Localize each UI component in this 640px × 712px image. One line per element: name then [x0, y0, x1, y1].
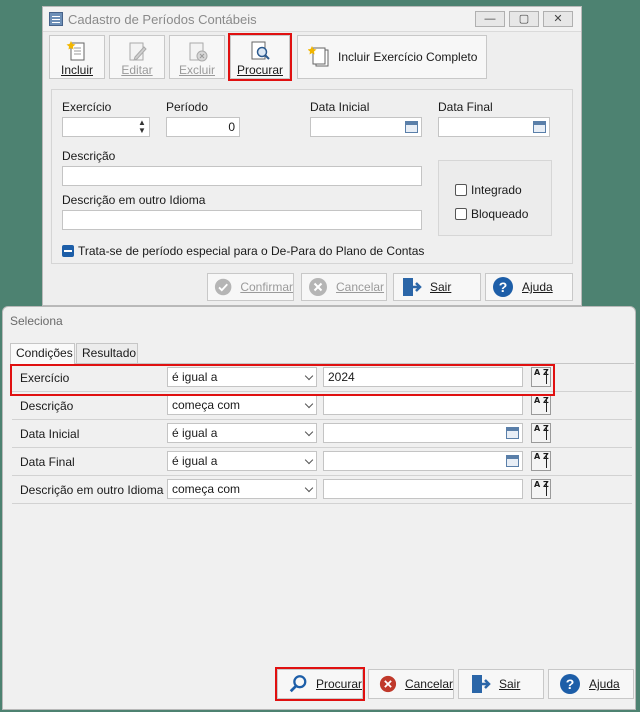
value-input[interactable]	[323, 479, 523, 499]
periodo-especial-label: Trata-se de período especial para o De-P…	[78, 244, 425, 258]
help-icon: ?	[493, 277, 513, 297]
delete-document-icon	[189, 42, 208, 62]
sort-icon[interactable]: A Z	[531, 479, 551, 499]
form-panel: Exercício ▲ ▼ Período 0 Data Inicial Data…	[51, 89, 573, 264]
descricao-field[interactable]	[62, 166, 422, 186]
condition-field: Descrição	[20, 399, 74, 413]
operator-select[interactable]: é igual a	[167, 367, 317, 387]
edit-document-icon	[129, 42, 147, 61]
calendar-icon[interactable]	[533, 121, 546, 133]
chevron-down-icon	[304, 399, 314, 409]
value-input[interactable]	[323, 451, 523, 471]
excluir-button[interactable]: Excluir	[169, 35, 225, 79]
value-input[interactable]	[323, 423, 523, 443]
ajuda-button[interactable]: ? Ajuda	[548, 669, 634, 699]
periodo-especial-checkbox[interactable]	[62, 245, 74, 257]
condition-row: Data Final é igual a A Z	[12, 448, 632, 476]
sort-icon[interactable]: A Z	[531, 451, 551, 471]
search-document-icon	[251, 41, 270, 60]
tab-condicoes[interactable]: Condições	[10, 343, 75, 364]
tab-resultado[interactable]: Resultado	[76, 343, 138, 363]
condition-field: Data Inicial	[20, 427, 80, 441]
cadastro-periodos-window: Cadastro de Períodos Contábeis — ▢ ✕ Inc…	[42, 6, 582, 306]
condition-row: Descrição começa com A Z	[12, 392, 632, 420]
svg-text:?: ?	[499, 279, 508, 295]
exercicio-stepper[interactable]: ▲ ▼	[62, 117, 150, 137]
add-document-icon	[66, 41, 85, 61]
condition-field: Exercício	[20, 371, 70, 385]
check-icon	[214, 278, 232, 296]
chevron-down-icon	[304, 371, 314, 381]
editar-button[interactable]: Editar	[109, 35, 165, 79]
value-input[interactable]	[323, 395, 523, 415]
data-final-field[interactable]	[438, 117, 550, 137]
close-button[interactable]: ✕	[543, 11, 573, 27]
operator-select[interactable]: é igual a	[167, 451, 317, 471]
data-final-label: Data Final	[438, 100, 493, 114]
chevron-down-icon	[304, 427, 314, 437]
operator-select[interactable]: começa com	[167, 395, 317, 415]
exit-door-icon	[472, 675, 491, 693]
conditions-panel: Exercício é igual a 2024 A Z Descrição c…	[10, 363, 634, 505]
condition-field: Data Final	[20, 455, 75, 469]
spin-arrows-icon[interactable]: ▲ ▼	[137, 119, 147, 135]
cancelar-button[interactable]: Cancelar	[368, 669, 454, 699]
title-bar: Seleciona	[3, 307, 635, 335]
status-group: Integrado Bloqueado	[438, 160, 552, 236]
condition-row: Descrição em outro Idioma começa com A Z	[12, 476, 632, 504]
x-icon	[379, 675, 397, 693]
periodo-field[interactable]: 0	[166, 117, 240, 137]
calendar-icon[interactable]	[506, 455, 519, 467]
toolbar: Incluir Editar Excluir Procurar Incluir …	[47, 33, 579, 81]
svg-text:?: ?	[566, 676, 575, 692]
bloqueado-checkbox[interactable]	[455, 208, 467, 220]
condition-row: Exercício é igual a 2024 A Z	[12, 364, 632, 392]
minimize-button[interactable]: —	[475, 11, 505, 27]
incluir-button[interactable]: Incluir	[49, 35, 105, 79]
calendar-icon[interactable]	[506, 427, 519, 439]
window-title: Seleciona	[10, 314, 63, 328]
help-icon: ?	[560, 674, 580, 694]
condition-field: Descrição em outro Idioma	[20, 483, 164, 497]
sort-icon[interactable]: A Z	[531, 367, 551, 387]
sort-icon[interactable]: A Z	[531, 395, 551, 415]
periodo-label: Período	[166, 100, 209, 114]
chevron-down-icon	[304, 455, 314, 465]
sair-button[interactable]: Sair	[393, 273, 481, 301]
data-inicial-field[interactable]	[310, 117, 422, 137]
ajuda-button[interactable]: ? Ajuda	[485, 273, 573, 301]
incluir-exercicio-completo-button[interactable]: Incluir Exercício Completo	[297, 35, 487, 79]
procurar-button[interactable]: Procurar	[275, 667, 365, 701]
exit-door-icon	[403, 278, 422, 296]
descricao-label: Descrição	[62, 149, 116, 163]
sair-button[interactable]: Sair	[458, 669, 544, 699]
value-input[interactable]: 2024	[323, 367, 523, 387]
integrado-checkbox[interactable]	[455, 184, 467, 196]
window-title: Cadastro de Períodos Contábeis	[68, 12, 257, 27]
integrado-label: Integrado	[471, 183, 522, 197]
maximize-button[interactable]: ▢	[509, 11, 539, 27]
x-icon	[309, 278, 327, 296]
title-bar: Cadastro de Períodos Contábeis — ▢ ✕	[43, 7, 581, 32]
sort-icon[interactable]: A Z	[531, 423, 551, 443]
confirmar-button[interactable]: Confirmar	[207, 273, 294, 301]
descricao-idioma-label: Descrição em outro Idioma	[62, 193, 206, 207]
magnifier-icon	[289, 675, 307, 693]
data-inicial-label: Data Inicial	[310, 100, 370, 114]
exercicio-label: Exercício	[62, 100, 112, 114]
cancelar-button[interactable]: Cancelar	[301, 273, 387, 301]
operator-select[interactable]: começa com	[167, 479, 317, 499]
add-documents-icon	[308, 46, 329, 67]
bloqueado-label: Bloqueado	[471, 207, 529, 221]
descricao-idioma-field[interactable]	[62, 210, 422, 230]
seleciona-window: Seleciona Condições Resultado Exercício …	[2, 306, 636, 710]
condition-row: Data Inicial é igual a A Z	[12, 420, 632, 448]
calendar-icon[interactable]	[405, 121, 418, 133]
procurar-button[interactable]: Procurar	[228, 33, 292, 81]
operator-select[interactable]: é igual a	[167, 423, 317, 443]
chevron-down-icon	[304, 483, 314, 493]
app-icon	[49, 12, 63, 26]
